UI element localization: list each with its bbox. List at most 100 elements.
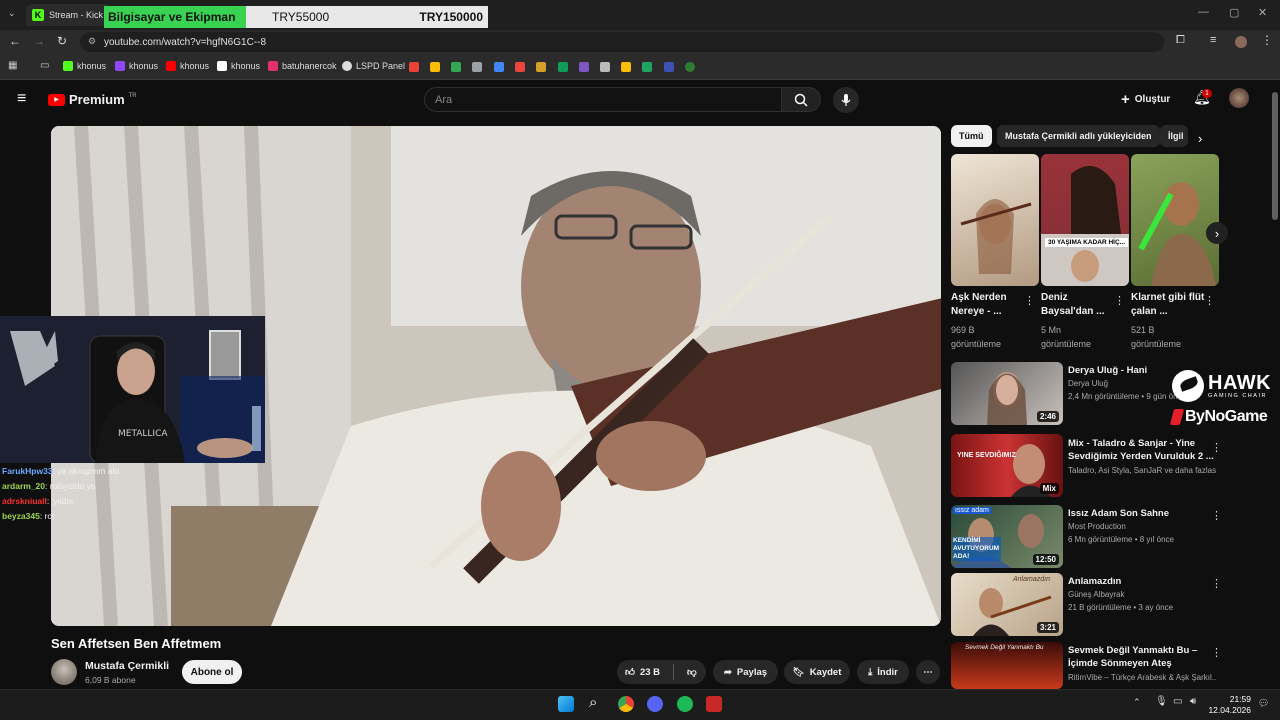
youtube-premium-logo[interactable]: ▶ Premium TR — [48, 92, 137, 107]
short-thumbnail[interactable] — [951, 154, 1039, 286]
chrome-icon[interactable] — [618, 696, 634, 712]
short-title[interactable]: Aşk Nerden Nereye - ... — [951, 291, 1029, 319]
chip-all[interactable]: Tümü — [951, 125, 992, 147]
app-icon[interactable] — [536, 62, 546, 72]
create-button[interactable]: + Oluştur — [1121, 91, 1170, 108]
chip-from-uploader[interactable]: Mustafa Çermikli adlı yükleyiciden — [997, 125, 1160, 147]
download-button[interactable]: ⤓ İndir — [857, 660, 909, 684]
gmail-icon[interactable] — [409, 62, 419, 72]
notification-center-icon[interactable]: 💬︎ — [1258, 698, 1269, 709]
short-title[interactable]: Klarnet gibi flüt çalan ... — [1131, 291, 1209, 319]
close-icon[interactable]: ✕ — [1258, 6, 1267, 19]
sheets-icon[interactable] — [558, 62, 568, 72]
volume-icon[interactable]: 🔊︎ — [1190, 696, 1196, 707]
search-button[interactable] — [781, 87, 821, 112]
related-channel[interactable]: Most Production — [1068, 522, 1126, 531]
app-icon[interactable] — [515, 62, 525, 72]
media-control-icon[interactable]: ≡ — [1210, 34, 1216, 46]
bookmark-item[interactable]: khonus — [217, 61, 260, 71]
shorts-next-button[interactable]: › — [1206, 222, 1228, 244]
more-actions-button[interactable]: ⋯ — [916, 660, 940, 684]
kebab-icon[interactable]: ⋮ — [1114, 294, 1125, 307]
chat-username[interactable]: FarukHpw33 — [2, 466, 53, 476]
bookmark-item[interactable]: khonus — [63, 61, 106, 71]
channel-avatar[interactable] — [51, 659, 77, 685]
kebab-icon[interactable]: ⋮ — [1211, 646, 1222, 659]
chevron-right-icon[interactable]: › — [1198, 131, 1202, 146]
site-info-icon[interactable]: ⚙ — [88, 36, 96, 47]
short-thumbnail[interactable] — [1131, 154, 1219, 286]
related-channel[interactable]: Derya Uluğ — [1068, 379, 1108, 388]
chat-username[interactable]: beyza345 — [2, 511, 40, 521]
spotify-icon[interactable] — [677, 696, 693, 712]
save-button[interactable]: 🔖︎ Kaydet — [784, 660, 850, 684]
short-thumbnail[interactable]: 30 YAŞIMA KADAR HİÇ... — [1041, 154, 1129, 286]
related-channel[interactable]: RitimVibe – Türkçe Arabesk & Aşk Şarkıl.… — [1068, 673, 1216, 682]
apps-grid-icon[interactable]: ▦ — [8, 60, 17, 71]
chip-related[interactable]: İlgil — [1160, 125, 1188, 147]
back-icon[interactable]: ← — [9, 34, 21, 48]
network-icon[interactable]: ▭ — [1173, 696, 1182, 707]
scrollbar-thumb[interactable] — [1272, 92, 1278, 220]
bookmark-item[interactable]: khonus — [166, 61, 209, 71]
related-thumbnail[interactable]: Sevmek Değil Yanmaktı Bu — [951, 642, 1063, 689]
app-icon[interactable] — [664, 62, 674, 72]
account-avatar[interactable] — [1229, 88, 1249, 108]
like-button[interactable]: 👍︎ 23 B — [625, 666, 660, 679]
related-thumbnail[interactable]: 2:46 — [951, 362, 1063, 425]
keep-icon[interactable] — [621, 62, 631, 72]
related-channel[interactable]: Taladro, Asi Styla, SanJaR ve daha fazla… — [1068, 466, 1216, 475]
calendar-icon[interactable] — [494, 62, 504, 72]
bookmark-item[interactable]: LSPD Panel — [342, 61, 405, 71]
kebab-icon[interactable]: ⋮ — [1211, 441, 1222, 454]
kebab-icon[interactable]: ⋮ — [1024, 294, 1035, 307]
docs-icon[interactable] — [472, 62, 482, 72]
bookmark-item[interactable]: batuhanercok — [268, 61, 337, 71]
forward-icon[interactable]: → — [33, 34, 45, 48]
tray-chevron-icon[interactable]: ⌃ — [1133, 697, 1141, 708]
profile-avatar[interactable] — [1235, 36, 1247, 48]
folder-icon[interactable]: ▭ — [40, 60, 49, 71]
related-thumbnail[interactable]: ıssız adam KENDİMİ AVUTUYORUM ADA! 12:50 — [951, 505, 1063, 568]
browser-tab[interactable]: K Stream - Kick D — [26, 4, 112, 26]
extensions-icon[interactable]: ⧠ — [1176, 34, 1185, 47]
drive-icon[interactable] — [642, 62, 652, 72]
minimize-icon[interactable]: — — [1198, 6, 1209, 18]
subscribe-button[interactable]: Abone ol — [182, 660, 242, 684]
start-icon[interactable] — [558, 696, 574, 712]
kebab-icon[interactable]: ⋮ — [1211, 509, 1222, 522]
related-title[interactable]: Issız Adam Son Sahne — [1068, 507, 1214, 520]
related-title[interactable]: Mix - Taladro & Sanjar - Yine Sevdiğimiz… — [1068, 437, 1214, 463]
kebab-icon[interactable]: ⋮ — [1204, 294, 1215, 307]
hamburger-menu-icon[interactable]: ≡ — [17, 90, 26, 108]
browser-menu-icon[interactable]: ⋮ — [1261, 33, 1273, 47]
search-input[interactable]: Ara — [424, 87, 782, 112]
channel-name[interactable]: Mustafa Çermikli — [85, 660, 169, 672]
maximize-icon[interactable]: ▢ — [1229, 6, 1239, 19]
address-bar[interactable]: ⚙ youtube.com/watch?v=hgfN6G1C--8 — [80, 32, 1164, 52]
related-thumbnail[interactable]: YINE SEVDIĞIMIZ Mix — [951, 434, 1063, 497]
related-thumbnail[interactable]: Anlamazdın 3:21 — [951, 573, 1063, 636]
related-title[interactable]: Anlamazdın — [1068, 575, 1214, 588]
chat-username[interactable]: ardarm_20 — [2, 481, 45, 491]
bookmark-item[interactable]: khonus — [115, 61, 158, 71]
microphone-icon[interactable]: 🎙︎ — [1155, 696, 1168, 707]
related-title[interactable]: Sevmek Değil Yanmaktı Bu – İçimde Sönmey… — [1068, 644, 1214, 670]
discord-icon[interactable] — [647, 696, 663, 712]
app-icon[interactable] — [706, 696, 722, 712]
short-title[interactable]: Deniz Baysal'dan ... — [1041, 291, 1119, 319]
gmail-icon[interactable] — [430, 62, 440, 72]
share-button[interactable]: ➦ Paylaş — [713, 660, 778, 684]
voice-search-button[interactable] — [833, 87, 859, 113]
related-channel[interactable]: Güneş Albayrak — [1068, 590, 1124, 599]
search-icon[interactable]: ⌕ — [589, 694, 597, 711]
reload-icon[interactable]: ↻ — [57, 34, 67, 48]
gmail-icon[interactable] — [451, 62, 461, 72]
forms-icon[interactable] — [579, 62, 589, 72]
app-icon[interactable] — [685, 62, 695, 72]
app-icon[interactable] — [600, 62, 610, 72]
kebab-icon[interactable]: ⋮ — [1211, 577, 1222, 590]
chat-username[interactable]: adrskniuall — [2, 496, 47, 506]
tab-list-chevron-icon[interactable]: ⌄ — [8, 8, 16, 19]
system-clock[interactable]: 21:59 12.04.2026 — [1207, 694, 1251, 716]
